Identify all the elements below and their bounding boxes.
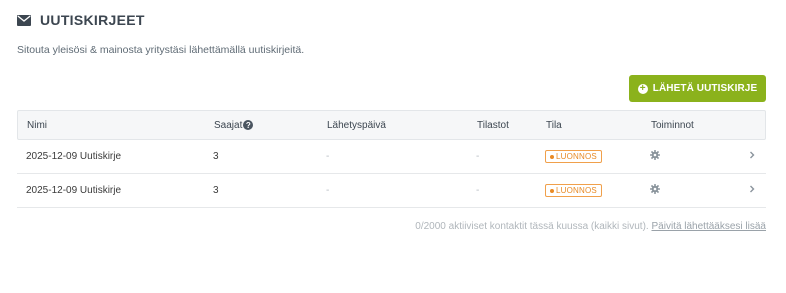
status-label: LUONNOS <box>556 152 597 161</box>
usage-text: 0/2000 aktiiviset kontaktit tässä kuussa… <box>415 221 649 232</box>
recipients-count: 3 <box>213 185 219 196</box>
column-header-recipients: Saajat ? <box>214 119 254 131</box>
chevron-right-icon[interactable] <box>748 184 756 194</box>
send-date: - <box>326 185 330 196</box>
status-dot-icon <box>550 188 554 193</box>
plus-circle-icon: + <box>637 83 648 94</box>
row-open-cell <box>748 184 756 197</box>
status-badge: LUONNOS <box>545 150 602 163</box>
actions-cell <box>650 150 660 163</box>
stats: - <box>476 151 480 162</box>
newsletter-table: Nimi Saajat ? Lähetyspäivä Tilastot Tila… <box>17 110 766 208</box>
help-icon[interactable]: ? <box>243 120 254 130</box>
column-header-status: Tila <box>546 119 562 131</box>
status-dot-icon <box>550 154 554 159</box>
actions-cell <box>650 184 660 197</box>
send-newsletter-label: LÄHETÄ UUTISKIRJE <box>652 83 758 94</box>
page-subtitle: Sitouta yleisösi & mainosta yritystäsi l… <box>17 44 305 56</box>
chevron-right-icon[interactable] <box>748 150 756 160</box>
column-header-stats: Tilastot <box>477 119 509 131</box>
row-open-cell <box>748 150 756 163</box>
upgrade-link[interactable]: Päivitä lähettääksesi lisää <box>651 221 766 232</box>
column-header-send-date: Lähetyspäivä <box>327 119 386 131</box>
page-header: UUTISKIRJEET <box>17 10 145 30</box>
status-cell: LUONNOS <box>545 150 602 163</box>
newsletter-name: 2025-12-09 Uutiskirje <box>26 185 122 196</box>
page-title: UUTISKIRJEET <box>40 12 145 28</box>
status-cell: LUONNOS <box>545 184 602 197</box>
table-header: Nimi Saajat ? Lähetyspäivä Tilastot Tila… <box>17 110 766 140</box>
status-badge: LUONNOS <box>545 184 602 197</box>
recipients-count: 3 <box>213 151 219 162</box>
send-newsletter-button[interactable]: + LÄHETÄ UUTISKIRJE <box>629 75 766 102</box>
column-header-actions: Toiminnot <box>651 119 694 131</box>
send-date: - <box>326 151 330 162</box>
status-label: LUONNOS <box>556 186 597 195</box>
gear-icon[interactable] <box>650 184 660 194</box>
column-header-name: Nimi <box>27 119 47 131</box>
table-row[interactable]: 2025-12-09 Uutiskirje 3 - - LUONNOS <box>17 174 766 208</box>
usage-footer: 0/2000 aktiiviset kontaktit tässä kuussa… <box>415 221 766 232</box>
table-row[interactable]: 2025-12-09 Uutiskirje 3 - - LUONNOS <box>17 140 766 174</box>
newsletter-name: 2025-12-09 Uutiskirje <box>26 151 122 162</box>
column-header-recipients-label: Saajat <box>214 119 243 131</box>
stats: - <box>476 185 480 196</box>
gear-icon[interactable] <box>650 150 660 160</box>
envelope-icon <box>17 14 31 26</box>
